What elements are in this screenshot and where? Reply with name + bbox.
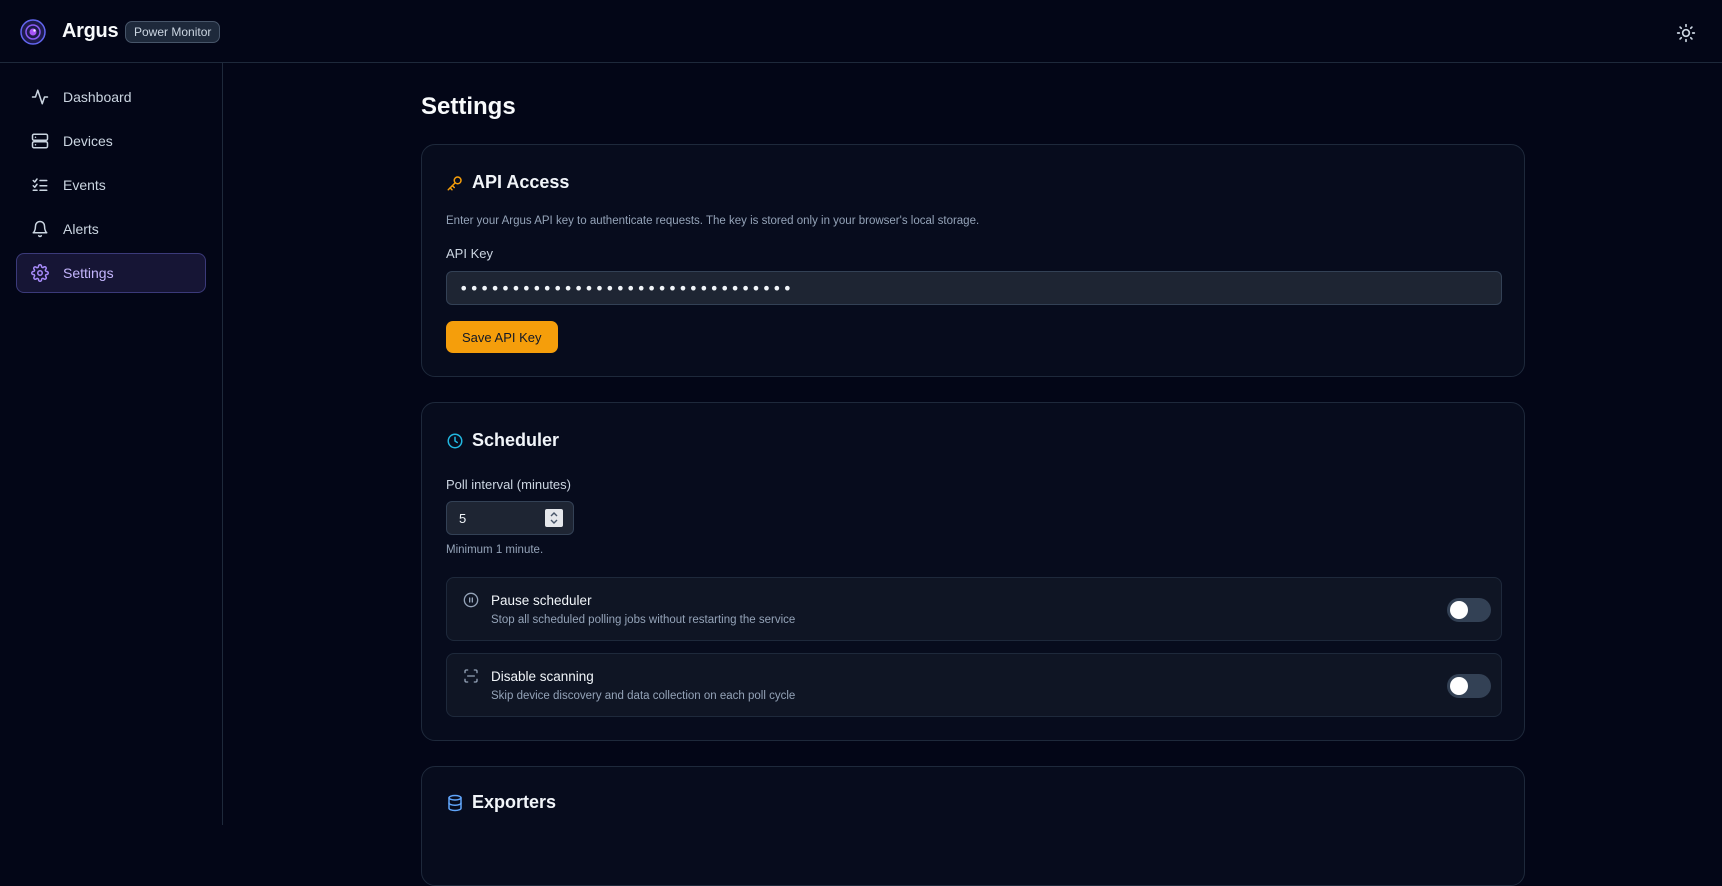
sidebar-item-label: Dashboard <box>63 89 132 105</box>
scan-icon <box>463 668 479 684</box>
pause-scheduler-row: Pause scheduler Stop all scheduled polli… <box>446 577 1502 641</box>
sidebar-item-label: Settings <box>63 265 114 281</box>
disable-scanning-row: Disable scanning Skip device discovery a… <box>446 653 1502 717</box>
database-icon <box>446 794 464 812</box>
pause-scheduler-subtitle: Stop all scheduled polling jobs without … <box>491 614 796 626</box>
clock-icon <box>446 432 464 450</box>
api-access-header: API Access <box>446 172 569 193</box>
poll-interval-hint: Minimum 1 minute. <box>446 544 544 556</box>
sidebar-item-label: Events <box>63 177 106 193</box>
disable-scanning-toggle[interactable] <box>1447 674 1491 698</box>
scheduler-card: Scheduler Poll interval (minutes) Minimu… <box>421 402 1525 741</box>
api-access-card: API Access Enter your Argus API key to a… <box>421 144 1525 377</box>
poll-interval-input[interactable] <box>447 502 537 534</box>
sun-icon <box>1676 23 1696 43</box>
api-access-description: Enter your Argus API key to authenticate… <box>446 215 980 227</box>
bell-icon <box>31 220 49 238</box>
poll-interval-stepper[interactable] <box>545 509 563 527</box>
scheduler-header: Scheduler <box>446 430 559 451</box>
exporters-title: Exporters <box>472 792 557 812</box>
activity-icon <box>31 88 49 106</box>
app-name[interactable]: Argus <box>62 20 119 43</box>
sidebar: Dashboard Devices Events Alerts Settings <box>0 63 223 825</box>
sidebar-item-label: Alerts <box>63 221 99 237</box>
chevron-up-down-icon <box>550 512 558 524</box>
api-key-label: API Key <box>446 246 493 261</box>
page-title: Settings <box>421 93 516 120</box>
exporters-header: Exporters <box>446 792 556 813</box>
pause-circle-icon <box>463 592 479 608</box>
api-key-input[interactable] <box>446 271 1502 305</box>
sidebar-item-devices[interactable]: Devices <box>16 121 206 161</box>
sidebar-item-dashboard[interactable]: Dashboard <box>16 77 206 117</box>
sidebar-item-events[interactable]: Events <box>16 165 206 205</box>
list-checks-icon <box>31 176 49 194</box>
pause-scheduler-title: Pause scheduler <box>491 593 592 608</box>
poll-interval-label: Poll interval (minutes) <box>446 477 571 492</box>
toggle-knob <box>1450 601 1468 619</box>
api-access-title: API Access <box>472 172 570 192</box>
key-icon <box>446 174 464 192</box>
server-icon <box>31 132 49 150</box>
gear-icon <box>31 264 49 282</box>
scheduler-title: Scheduler <box>472 430 560 450</box>
sidebar-item-label: Devices <box>63 133 113 149</box>
save-api-key-button[interactable]: Save API Key <box>446 321 558 353</box>
pause-scheduler-toggle[interactable] <box>1447 598 1491 622</box>
top-bar: Argus Power Monitor <box>0 0 1722 63</box>
toggle-knob <box>1450 677 1468 695</box>
sidebar-item-alerts[interactable]: Alerts <box>16 209 206 249</box>
disable-scanning-title: Disable scanning <box>491 669 594 684</box>
sidebar-item-settings[interactable]: Settings <box>16 253 206 293</box>
argus-logo-icon[interactable] <box>20 19 46 45</box>
disable-scanning-subtitle: Skip device discovery and data collectio… <box>491 690 796 702</box>
poll-interval-field <box>446 501 574 535</box>
app-badge: Power Monitor <box>125 21 221 43</box>
exporters-card: Exporters <box>421 766 1525 886</box>
main-content: Settings API Access Enter your Argus API… <box>224 63 1722 886</box>
theme-toggle-button[interactable] <box>1673 20 1699 46</box>
